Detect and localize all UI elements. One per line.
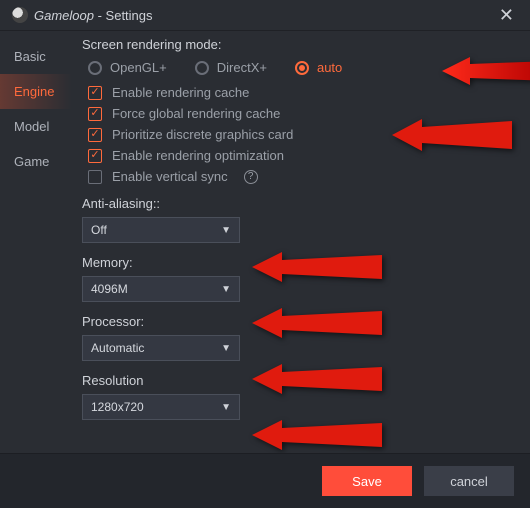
sidebar-item-game[interactable]: Game — [0, 144, 72, 179]
help-icon[interactable]: ? — [244, 170, 258, 184]
memory-label: Memory: — [82, 255, 502, 270]
engine-checkboxes: Enable rendering cache Force global rend… — [88, 85, 502, 184]
footer: Save cancel — [0, 453, 530, 508]
resolution-value: 1280x720 — [91, 400, 144, 414]
resolution-select[interactable]: 1280x720 ▼ — [82, 394, 240, 420]
title-left: Gameloop - Settings — [12, 7, 153, 23]
checkbox-icon — [88, 170, 102, 184]
titlebar: Gameloop - Settings ✕ — [0, 0, 530, 31]
app-name: Gameloop — [34, 8, 94, 23]
check-discrete-gpu[interactable]: Prioritize discrete graphics card — [88, 127, 502, 142]
radio-directx-label: DirectX+ — [217, 60, 267, 75]
processor-select[interactable]: Automatic ▼ — [82, 335, 240, 361]
anti-aliasing-label: Anti-aliasing:: — [82, 196, 502, 211]
sidebar-item-model[interactable]: Model — [0, 109, 72, 144]
memory-value: 4096M — [91, 282, 128, 296]
radio-icon — [295, 61, 309, 75]
radio-icon — [88, 61, 102, 75]
radio-opengl-label: OpenGL+ — [110, 60, 167, 75]
radio-auto[interactable]: auto — [295, 60, 342, 75]
checkbox-icon — [88, 86, 102, 100]
check-label: Prioritize discrete graphics card — [112, 127, 293, 142]
close-button[interactable]: ✕ — [495, 6, 518, 24]
processor-value: Automatic — [91, 341, 144, 355]
chevron-down-icon: ▼ — [221, 402, 231, 413]
settings-content: Screen rendering mode: OpenGL+ DirectX+ … — [72, 31, 530, 451]
check-vsync[interactable]: Enable vertical sync ? — [88, 169, 502, 184]
anti-aliasing-select[interactable]: Off ▼ — [82, 217, 240, 243]
annotation-arrow-icon — [252, 415, 382, 455]
radio-directx[interactable]: DirectX+ — [195, 60, 267, 75]
check-label: Enable rendering cache — [112, 85, 249, 100]
memory-select[interactable]: 4096M ▼ — [82, 276, 240, 302]
sidebar-item-engine[interactable]: Engine — [0, 74, 72, 109]
check-render-opt[interactable]: Enable rendering optimization — [88, 148, 502, 163]
check-label: Enable rendering optimization — [112, 148, 284, 163]
radio-opengl[interactable]: OpenGL+ — [88, 60, 167, 75]
anti-aliasing-value: Off — [91, 223, 107, 237]
checkbox-icon — [88, 107, 102, 121]
sidebar: Basic Engine Model Game — [0, 31, 72, 451]
main-area: Basic Engine Model Game Screen rendering… — [0, 31, 530, 451]
processor-label: Processor: — [82, 314, 502, 329]
check-rendering-cache[interactable]: Enable rendering cache — [88, 85, 502, 100]
radio-icon — [195, 61, 209, 75]
radio-auto-label: auto — [317, 60, 342, 75]
save-button[interactable]: Save — [322, 466, 412, 496]
cancel-button[interactable]: cancel — [424, 466, 514, 496]
app-logo-icon — [12, 7, 28, 23]
resolution-label: Resolution — [82, 373, 502, 388]
check-label: Force global rendering cache — [112, 106, 280, 121]
chevron-down-icon: ▼ — [221, 284, 231, 295]
title-suffix: - Settings — [94, 8, 153, 23]
check-label: Enable vertical sync — [112, 169, 228, 184]
sidebar-item-basic[interactable]: Basic — [0, 39, 72, 74]
render-mode-radios: OpenGL+ DirectX+ auto — [88, 60, 502, 75]
chevron-down-icon: ▼ — [221, 225, 231, 236]
checkbox-icon — [88, 128, 102, 142]
window-title: Gameloop - Settings — [34, 8, 153, 23]
render-mode-label: Screen rendering mode: — [82, 37, 502, 52]
check-global-cache[interactable]: Force global rendering cache — [88, 106, 502, 121]
checkbox-icon — [88, 149, 102, 163]
chevron-down-icon: ▼ — [221, 343, 231, 354]
